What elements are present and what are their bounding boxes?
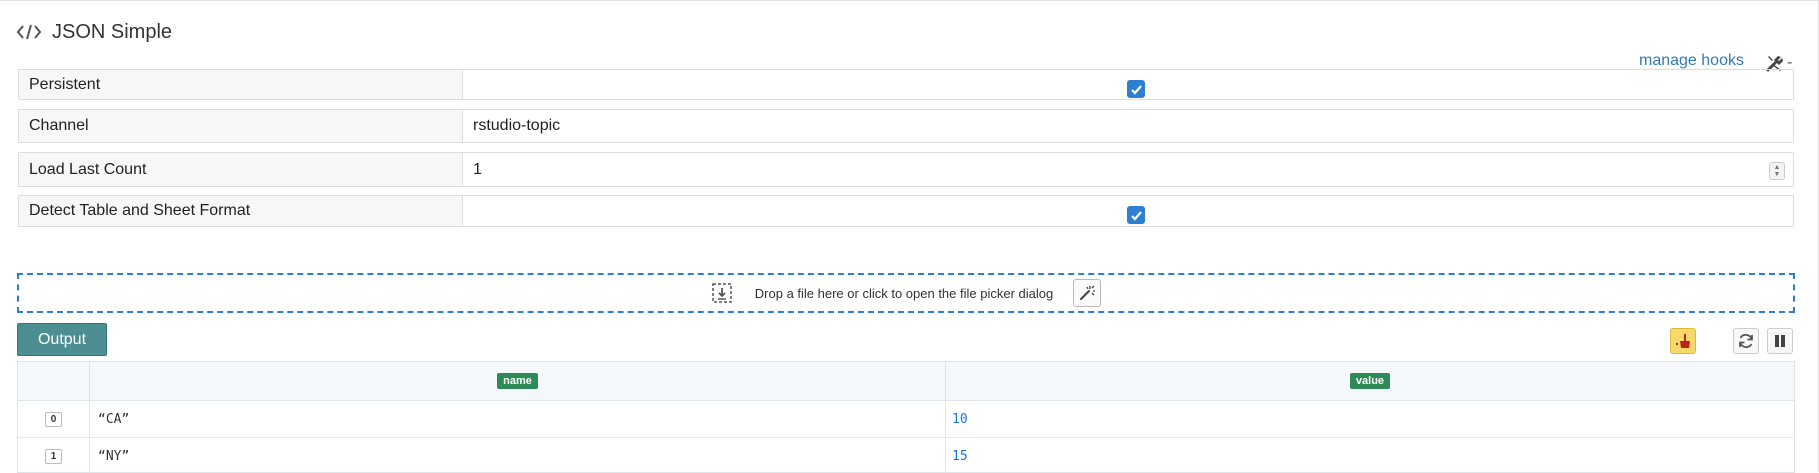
number-value: 15 [952,448,968,464]
table-row: 1 “NY” 15 [18,438,1794,472]
code-icon [16,24,42,40]
detect-format-checkbox[interactable] [1127,206,1145,224]
column-badge: name [497,373,538,389]
output-button[interactable]: Output [17,323,107,356]
persistent-value [463,70,1793,99]
row-index-badge: 0 [44,411,63,427]
refresh-icon [1739,333,1753,349]
row-index-cell: 1 [18,438,90,472]
channel-label: Channel [19,110,463,142]
load-last-count-label: Load Last Count [19,153,463,186]
stepper-down-icon[interactable]: ▼ [1774,171,1781,178]
row-index-badge: 1 [44,448,63,464]
number-stepper[interactable]: ▲ ▼ [1769,162,1785,180]
name-cell: “CA” [90,401,946,437]
output-table: name value 0 “CA” 10 1 “NY” 15 [17,361,1795,473]
channel-input[interactable]: rstudio-topic [463,110,1793,142]
name-value: “CA” [98,411,130,427]
column-header-value[interactable]: value [946,362,1794,400]
file-drop-icon [712,283,732,303]
index-header [18,362,90,400]
refresh-button[interactable] [1733,328,1759,354]
clear-output-button[interactable] [1670,328,1696,354]
checkmark-icon [1130,84,1142,95]
widget-header: JSON Simple [16,17,172,47]
detect-format-label: Detect Table and Sheet Format [19,196,463,226]
value-cell: 15 [946,438,1794,472]
name-value: “NY” [98,448,130,464]
persistent-label: Persistent [19,70,463,99]
pause-icon [1775,335,1785,347]
pause-button[interactable] [1767,328,1793,354]
magic-wand-button[interactable] [1073,279,1102,307]
detect-format-value [463,196,1793,226]
clear-icon [1676,334,1690,348]
table-header: name value [18,362,1794,401]
load-last-count-input[interactable]: 1 ▲ ▼ [463,153,1793,186]
channel-row: Channel rstudio-topic [18,109,1794,143]
persistent-row: Persistent [18,69,1794,100]
manage-hooks-link[interactable]: manage hooks [1639,52,1744,70]
row-index-cell: 0 [18,401,90,437]
column-header-name[interactable]: name [90,362,946,400]
magic-wand-icon [1080,285,1096,300]
dropzone-text: Drop a file here or click to open the fi… [754,285,1054,301]
name-cell: “NY” [90,438,946,472]
widget-frame: JSON Simple manage hooks - Persistent Ch… [0,0,1819,473]
checkmark-icon [1130,210,1142,221]
value-cell: 10 [946,401,1794,437]
page-title: JSON Simple [52,20,173,43]
table-row: 0 “CA” 10 [18,401,1794,438]
number-value: 10 [952,411,968,427]
load-last-count-value: 1 [473,160,482,178]
column-badge: value [1349,373,1391,389]
persistent-checkbox[interactable] [1127,80,1145,98]
file-dropzone[interactable]: Drop a file here or click to open the fi… [17,273,1795,313]
detect-format-row: Detect Table and Sheet Format [18,195,1794,227]
load-last-count-row: Load Last Count 1 ▲ ▼ [18,152,1794,187]
stepper-up-icon[interactable]: ▲ [1774,164,1781,171]
